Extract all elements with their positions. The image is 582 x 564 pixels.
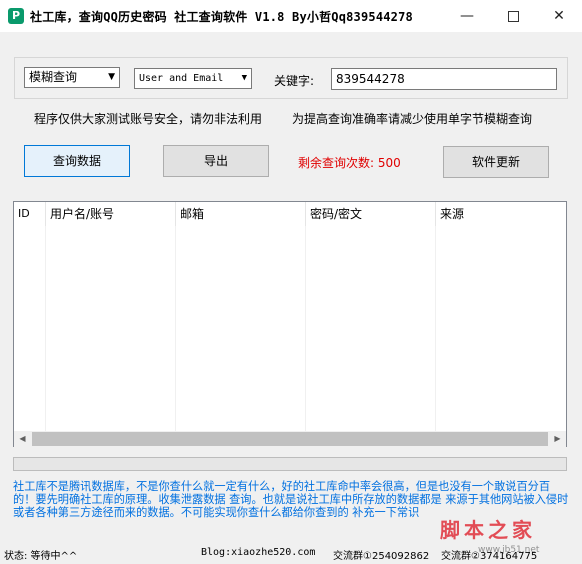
grid-column (176, 226, 306, 431)
watermark-logo: 脚本之家 (440, 518, 536, 542)
horizontal-scrollbar[interactable]: ◀ ▶ (14, 431, 566, 447)
remaining-queries: 剩余查询次数: 500 (298, 156, 401, 170)
column-header-password[interactable]: 密码/密文 (306, 202, 436, 226)
group2-text: 交流群②374164775 (441, 551, 538, 562)
accuracy-notice: 为提高查询准确率请减少使用单字节模糊查询 (292, 112, 533, 126)
keyword-input[interactable]: 839544278 (331, 68, 557, 90)
scroll-right-icon[interactable]: ▶ (549, 431, 566, 447)
search-field-value: User and Email (139, 73, 224, 84)
window-title: 社工库，查询QQ历史密码 社工查询软件 V1.8 By小哲Qq839544278 (30, 10, 413, 24)
progress-bar (13, 457, 567, 471)
column-header-email[interactable]: 邮箱 (176, 202, 306, 226)
minimize-button[interactable]: — (444, 0, 490, 32)
column-header-source[interactable]: 来源 (436, 202, 566, 226)
query-button[interactable]: 查询数据 (24, 145, 130, 177)
scroll-left-icon[interactable]: ◀ (14, 431, 31, 447)
update-button[interactable]: 软件更新 (443, 146, 549, 178)
column-header-username[interactable]: 用户名/账号 (46, 202, 176, 226)
maximize-icon (507, 10, 519, 22)
grid-column (14, 226, 46, 431)
export-button[interactable]: 导出 (163, 145, 269, 177)
search-field-select[interactable]: User and Email ▼ (134, 68, 252, 89)
grid-column (46, 226, 176, 431)
keyword-label: 关键字: (274, 74, 315, 88)
column-header-id[interactable]: ID (14, 202, 46, 226)
maximize-button[interactable] (490, 0, 536, 32)
app-icon: P (8, 8, 24, 24)
chevron-down-icon: ▼ (108, 72, 115, 82)
close-button[interactable]: ✕ (536, 0, 582, 32)
group1-text: 交流群①254092862 (333, 551, 430, 562)
grid-column (306, 226, 436, 431)
results-table[interactable]: ID 用户名/账号 邮箱 密码/密文 来源 ◀ ▶ (13, 201, 567, 447)
scrollbar-thumb[interactable] (32, 432, 548, 446)
status-text: 状态: 等待中^^ (4, 551, 78, 562)
chevron-down-icon: ▼ (241, 73, 247, 83)
table-header: ID 用户名/账号 邮箱 密码/密文 来源 (14, 202, 566, 226)
search-mode-value: 模糊查询 (29, 70, 78, 84)
blog-link[interactable]: Blog:xiaozhe520.com (201, 547, 315, 558)
usage-notice: 程序仅供大家测试账号安全，请勿非法利用 (34, 112, 263, 126)
search-mode-select[interactable]: 模糊查询 ▼ (24, 67, 120, 88)
